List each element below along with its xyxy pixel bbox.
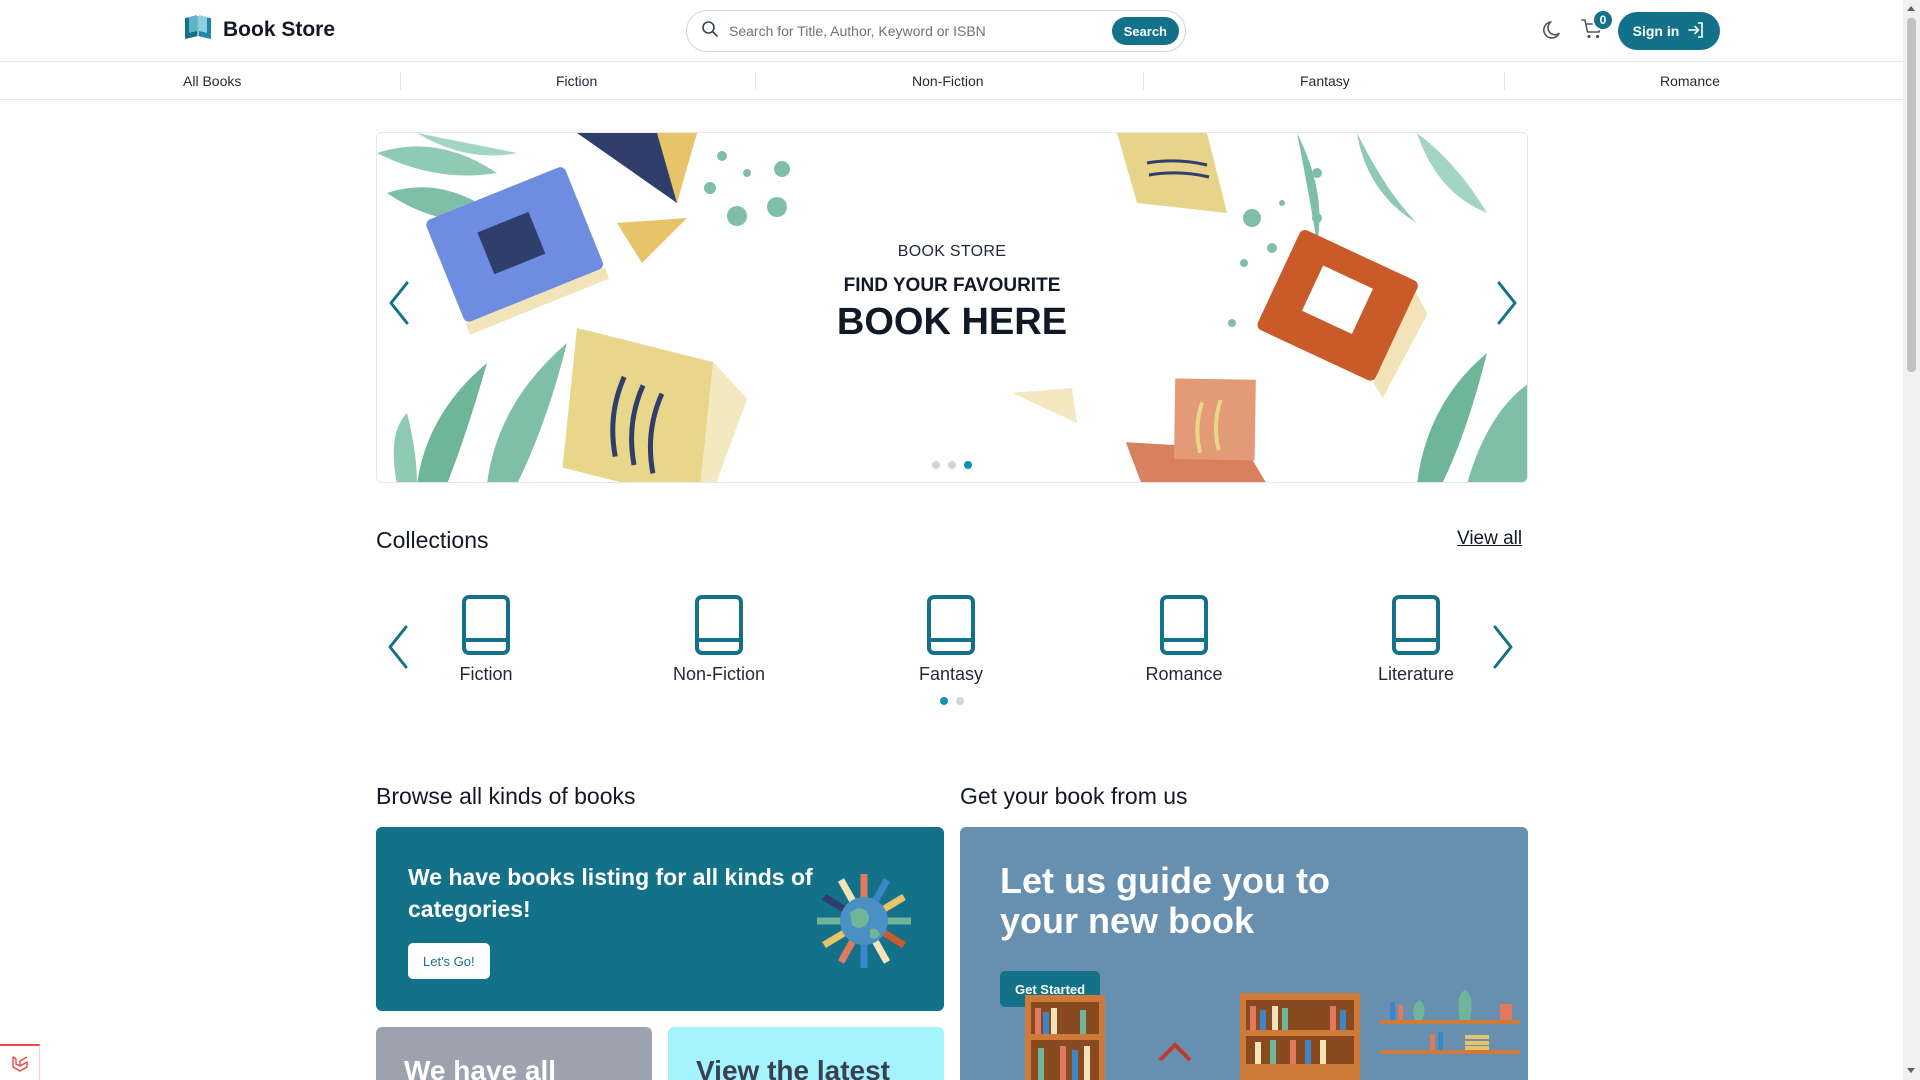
nav-divider (400, 72, 401, 90)
hero-dot[interactable] (948, 461, 956, 469)
book-icon (462, 595, 510, 655)
book-icon (1160, 595, 1208, 655)
collections-dot-active[interactable] (940, 697, 948, 705)
guide-card: Let us guide you to your new book Get St… (960, 827, 1528, 1080)
hero-kicker: BOOK STORE (897, 243, 1007, 260)
collections-pagination (940, 697, 964, 705)
collection-item-literature[interactable]: Literature (1336, 594, 1496, 685)
nav-item-romance[interactable]: Romance (1660, 62, 1720, 100)
lets-go-button[interactable]: Let's Go! (408, 943, 490, 979)
books-globe-illustration (817, 874, 911, 968)
laravel-debug-icon[interactable] (0, 1044, 40, 1080)
hero-title: BOOK HERE (836, 301, 1068, 343)
all-books-card[interactable]: We have all (376, 1027, 652, 1080)
search-button[interactable]: Search (1111, 17, 1179, 45)
moon-icon[interactable] (1542, 19, 1564, 46)
browse-card: We have books listing for all kinds of c… (376, 827, 944, 1011)
hero-dot[interactable] (932, 461, 940, 469)
nav-divider (1504, 72, 1505, 90)
app-title: Book Store (223, 17, 336, 41)
book-store-logo-icon (183, 13, 213, 46)
collections-title: Collections (376, 527, 489, 553)
search-icon (701, 20, 719, 43)
collection-item-fiction[interactable]: Fiction (406, 594, 566, 685)
hero-pagination (377, 461, 1527, 469)
hero-subtitle: FIND YOUR FAVOURITE (843, 275, 1061, 296)
hero-dot-active[interactable] (964, 461, 972, 469)
latest-books-card-text: View the latest (696, 1055, 891, 1080)
guide-title: Get your book from us (960, 783, 1188, 809)
collection-label: Fantasy (918, 664, 984, 684)
collection-label: Non-Fiction (672, 664, 766, 684)
book-icon (1392, 595, 1440, 655)
bookshelf-illustration (1025, 990, 1520, 1080)
book-icon (695, 595, 743, 655)
collection-item-non-fiction[interactable]: Non-Fiction (639, 594, 799, 685)
nav-item-all-books[interactable]: All Books (183, 62, 241, 100)
collection-item-romance[interactable]: Romance (1104, 594, 1264, 685)
sign-in-label: Sign in (1632, 23, 1680, 39)
site-header: Book Store Search 0 Sign in (0, 0, 1903, 62)
scroll-down-arrow[interactable] (1907, 1068, 1915, 1073)
collection-item-fantasy[interactable]: Fantasy (871, 594, 1031, 685)
collection-label: Literature (1377, 664, 1455, 684)
scroll-thumb[interactable] (1907, 18, 1916, 372)
nav-item-fantasy[interactable]: Fantasy (1300, 62, 1350, 100)
guide-card-text: Let us guide you to your new book (1000, 860, 1330, 941)
chevron-left-icon[interactable] (387, 281, 411, 330)
nav-item-non-fiction[interactable]: Non-Fiction (912, 62, 984, 100)
nav-divider (1143, 72, 1144, 90)
scroll-up-arrow[interactable] (1907, 6, 1915, 11)
collections-dot[interactable] (956, 697, 964, 705)
search-bar: Search (686, 10, 1186, 52)
latest-books-card[interactable]: View the latest (668, 1027, 944, 1080)
search-input[interactable] (729, 23, 1112, 39)
sign-in-button[interactable]: Sign in (1618, 12, 1720, 50)
category-nav: All Books Fiction Non-Fiction Fantasy Ro… (0, 62, 1903, 100)
chevron-right-icon[interactable] (1495, 281, 1519, 330)
vertical-scrollbar[interactable] (1903, 0, 1920, 1080)
sign-in-arrow-icon (1687, 21, 1705, 42)
browse-title: Browse all kinds of books (376, 783, 636, 809)
collection-label: Romance (1145, 664, 1223, 684)
hero-carousel: BOOK STORE FIND YOUR FAVOURITE BOOK HERE (376, 132, 1528, 483)
nav-divider (755, 72, 756, 90)
book-icon (927, 595, 975, 655)
view-all-link[interactable]: View all (1457, 528, 1522, 550)
all-books-card-text: We have all (404, 1055, 557, 1080)
collection-label: Fiction (459, 664, 513, 684)
nav-item-fiction[interactable]: Fiction (556, 62, 597, 100)
cart-count-badge: 0 (1592, 9, 1614, 31)
logo[interactable]: Book Store (183, 13, 335, 46)
browse-card-text: We have books listing for all kinds of c… (408, 864, 813, 922)
